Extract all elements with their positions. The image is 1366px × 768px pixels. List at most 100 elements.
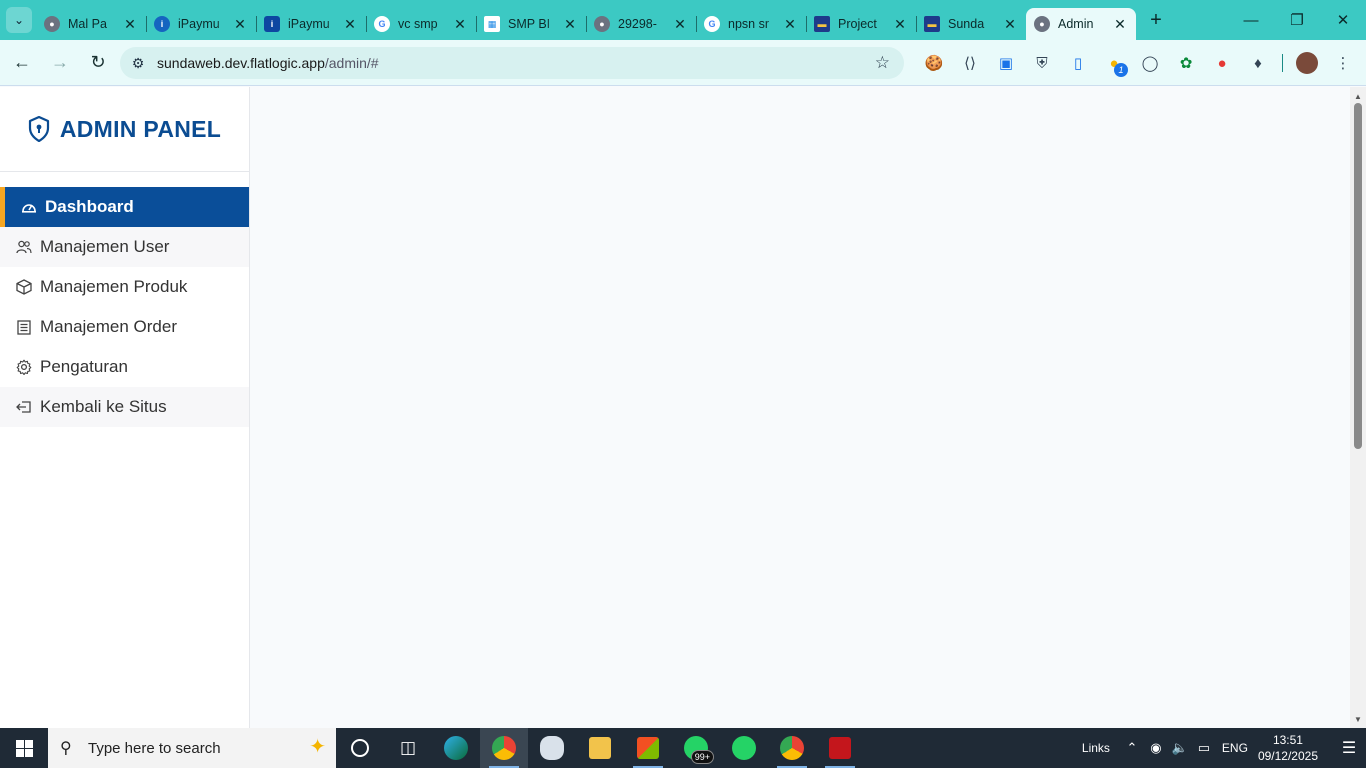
google-icon: G <box>704 16 720 32</box>
toolbar-divider <box>1282 54 1283 72</box>
scrollbar-thumb[interactable] <box>1354 103 1362 449</box>
task-view-icon[interactable]: ◫ <box>384 728 432 768</box>
close-icon[interactable]: ✕ <box>672 16 688 33</box>
links-toolbar[interactable]: Links <box>1082 741 1110 755</box>
sidebar-item-dashboard[interactable]: Dashboard <box>0 187 249 227</box>
file-explorer-icon[interactable] <box>576 728 624 768</box>
tab[interactable]: Gvc smp ✕ <box>366 8 476 40</box>
sidebar-item-products[interactable]: Manajemen Produk <box>0 267 249 307</box>
paint-icon[interactable] <box>528 728 576 768</box>
sidebar-item-orders[interactable]: Manajemen Order <box>0 307 249 347</box>
close-icon[interactable]: ✕ <box>342 16 358 33</box>
close-icon[interactable]: ✕ <box>452 16 468 33</box>
browser-toolbar: ← → ↻ ⚙ sundaweb.dev.flatlogic.app/admin… <box>0 40 1366 86</box>
reload-button[interactable]: ↻ <box>82 47 114 79</box>
tab-search-button[interactable]: ⌄ <box>6 7 32 33</box>
whatsapp-web-icon[interactable] <box>720 728 768 768</box>
close-icon[interactable]: ✕ <box>122 16 138 33</box>
chevron-up-icon[interactable]: ⌃ <box>1120 740 1144 756</box>
globe-icon: ● <box>594 16 610 32</box>
close-window-icon[interactable]: ✕ <box>1320 0 1366 40</box>
sidebar-menu: Dashboard Manajemen User Manajemen Produ… <box>0 187 249 427</box>
tab-title: Admin <box>1058 17 1094 31</box>
acrobat-icon[interactable] <box>816 728 864 768</box>
back-button[interactable]: ← <box>6 47 38 79</box>
bookmark-star-icon[interactable]: ☆ <box>875 53 890 73</box>
puzzle-extensions-icon[interactable]: ♦ <box>1240 48 1276 78</box>
devtools-extension-icon[interactable]: ◯ <box>1132 48 1168 78</box>
meet-now-icon[interactable]: ◉ <box>1144 740 1168 756</box>
restore-icon[interactable]: ❐ <box>1274 0 1320 40</box>
close-icon[interactable]: ✕ <box>232 16 248 33</box>
scroll-up-icon[interactable]: ▲ <box>1350 89 1366 103</box>
taskbar-search-box[interactable]: ⚲ Type here to search ✦ <box>48 728 336 768</box>
sidebar-item-settings[interactable]: Pengaturan <box>0 347 249 387</box>
url-text[interactable]: sundaweb.dev.flatlogic.app/admin/# <box>157 55 379 71</box>
capture-extension-icon[interactable]: ▣ <box>988 48 1024 78</box>
record-extension-icon[interactable]: ● <box>1204 48 1240 78</box>
network-icon[interactable]: ▭ <box>1192 740 1216 756</box>
site-info-icon[interactable]: ⚙ <box>123 48 153 78</box>
leaf-extension-icon[interactable]: ✿ <box>1168 48 1204 78</box>
browser-tab-strip: ⌄ ● Mal Pa ✕ i iPaymu ✕ i iPaymu ✕ Gvc smp ✕ ▦ S… <box>0 0 1366 40</box>
tab[interactable]: ▦ SMP BI ✕ <box>476 8 586 40</box>
tab[interactable]: ● 29298- ✕ <box>586 8 696 40</box>
url-path: /admin/# <box>324 55 379 71</box>
whatsapp-icon[interactable]: 99+ <box>672 728 720 768</box>
brand[interactable]: ADMIN PANEL <box>0 87 249 172</box>
code-extension-icon[interactable]: ⟨⟩ <box>952 48 988 78</box>
flatlogic-icon: ▬ <box>924 16 940 32</box>
scroll-down-icon[interactable]: ▼ <box>1350 712 1366 726</box>
tab-title: Project <box>838 17 877 31</box>
tab-title: Sunda <box>948 17 985 31</box>
sidebar-item-users[interactable]: Manajemen User <box>0 227 249 267</box>
notification-extension-icon[interactable]: ● 1 <box>1096 48 1132 78</box>
sidebar-item-label: Manajemen Produk <box>40 277 188 296</box>
extensions-bar: 🍪 ⟨⟩ ▣ ⛨ ▯ ● 1 ◯ ✿ ● ♦ ⋮ <box>916 48 1361 78</box>
sparkle-icon: ✦ <box>309 736 326 758</box>
volume-icon[interactable]: 🔈 <box>1168 740 1192 756</box>
close-icon[interactable]: ✕ <box>892 16 908 33</box>
tab[interactable]: ▬ Sunda ✕ <box>916 8 1026 40</box>
extension-badge: 1 <box>1114 63 1128 77</box>
tab[interactable]: Gnpsn sr ✕ <box>696 8 806 40</box>
tab-title: npsn sr <box>728 17 769 31</box>
close-icon[interactable]: ✕ <box>1112 16 1128 33</box>
cortana-icon[interactable] <box>336 728 384 768</box>
forward-button[interactable]: → <box>44 47 76 79</box>
store-icon[interactable] <box>624 728 672 768</box>
start-button[interactable] <box>0 728 48 768</box>
cookie-extension-icon[interactable]: 🍪 <box>916 48 952 78</box>
shield-extension-icon[interactable]: ⛨ <box>1024 48 1060 78</box>
clock[interactable]: 13:51 09/12/2025 <box>1258 732 1318 764</box>
profile-avatar[interactable] <box>1296 52 1318 74</box>
menu-kebab-icon[interactable]: ⋮ <box>1325 48 1361 78</box>
sidebar-item-label: Dashboard <box>45 197 134 216</box>
url-host: sundaweb.dev.flatlogic.app <box>157 55 325 71</box>
notification-icon[interactable]: ☰ <box>1332 728 1366 768</box>
close-icon[interactable]: ✕ <box>782 16 798 33</box>
tab[interactable]: ● Mal Pa ✕ <box>36 8 146 40</box>
tab-active[interactable]: ● Admin ✕ <box>1026 8 1136 40</box>
close-icon[interactable]: ✕ <box>1002 16 1018 33</box>
tab[interactable]: i iPaymu ✕ <box>256 8 366 40</box>
chrome-icon[interactable] <box>480 728 528 768</box>
tab-title: iPaymu <box>288 17 330 31</box>
chrome-profile-icon[interactable] <box>768 728 816 768</box>
close-icon[interactable]: ✕ <box>562 16 578 33</box>
language-indicator[interactable]: ENG <box>1222 741 1248 755</box>
list-icon <box>16 319 32 335</box>
windows-logo-icon <box>15 739 33 757</box>
back-icon <box>16 399 32 415</box>
tab[interactable]: ▬ Project ✕ <box>806 8 916 40</box>
address-bar[interactable]: ⚙ sundaweb.dev.flatlogic.app/admin/# ☆ <box>120 47 904 79</box>
sidebar-item-label: Kembali ke Situs <box>40 397 167 416</box>
edge-icon[interactable] <box>432 728 480 768</box>
clock-time: 13:51 <box>1272 733 1303 747</box>
sidebar-item-back-to-site[interactable]: Kembali ke Situs <box>0 387 249 427</box>
minimize-icon[interactable]: — <box>1228 0 1274 40</box>
new-tab-button[interactable]: + <box>1142 6 1170 34</box>
wallet-extension-icon[interactable]: ▯ <box>1060 48 1096 78</box>
tab[interactable]: i iPaymu ✕ <box>146 8 256 40</box>
page-scrollbar[interactable]: ▲ ▼ <box>1350 87 1366 728</box>
